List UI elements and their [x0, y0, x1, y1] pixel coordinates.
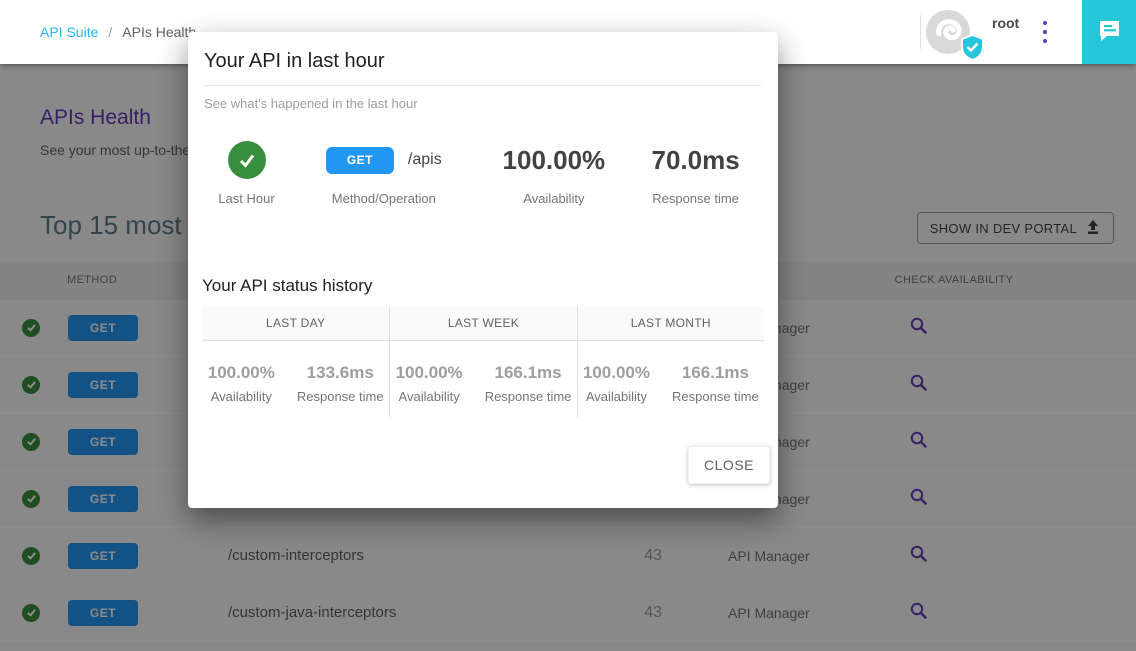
- method-operation-label: Method/Operation: [332, 191, 436, 206]
- response-time-label: Response time: [297, 389, 384, 404]
- breadcrumb-separator: /: [108, 24, 112, 40]
- response-time-label: Response time: [672, 389, 759, 404]
- method-badge: GET: [326, 147, 394, 174]
- status-history-table: LAST DAY LAST WEEK LAST MONTH 100.00% Ava…: [202, 306, 764, 418]
- availability-label: Availability: [523, 191, 584, 206]
- verified-shield-icon: [959, 33, 986, 61]
- last-hour-stats: Last Hour GET /apis Method/Operation 100…: [188, 141, 778, 206]
- dialog-subtitle: See what's happened in the last hour: [204, 96, 762, 111]
- availability-value: 100.00%: [583, 363, 650, 383]
- history-header-last-week: LAST WEEK: [389, 306, 576, 341]
- history-cell-last-day: 100.00% Availability 133.6ms Response time: [202, 341, 389, 418]
- operation-path: /apis: [408, 151, 442, 169]
- response-time-label: Response time: [485, 389, 572, 404]
- response-time-value: 166.1ms: [494, 363, 561, 383]
- availability-value: 100.00%: [503, 145, 606, 176]
- response-time-value: 70.0ms: [651, 145, 739, 176]
- response-time-value: 166.1ms: [682, 363, 749, 383]
- availability-value: 100.00%: [208, 363, 275, 383]
- last-hour-label: Last Hour: [218, 191, 274, 206]
- history-header-last-day: LAST DAY: [202, 306, 389, 341]
- status-history-title: Your API status history: [188, 276, 778, 296]
- history-cell-last-week: 100.00% Availability 166.1ms Response time: [389, 341, 576, 418]
- chat-icon: [1097, 18, 1122, 46]
- availability-label: Availability: [211, 389, 272, 404]
- stat-availability: 100.00% Availability: [479, 141, 630, 206]
- stat-last-hour: Last Hour: [204, 141, 289, 206]
- dialog-actions: CLOSE: [196, 446, 770, 484]
- status-history-section: Your API status history LAST DAY LAST WE…: [188, 276, 778, 418]
- breadcrumb-api-suite[interactable]: API Suite: [40, 24, 98, 40]
- availability-label: Availability: [399, 389, 460, 404]
- topbar-divider: [920, 14, 921, 50]
- screen: APIs Health See your most up-to-the- Top…: [0, 0, 1136, 651]
- api-last-hour-dialog: Your API in last hour See what's happene…: [188, 32, 778, 508]
- status-ok-icon: [228, 141, 266, 179]
- dialog-header: Your API in last hour See what's happene…: [188, 32, 778, 111]
- user-name: root: [992, 15, 1019, 31]
- response-time-label: Response time: [652, 191, 739, 206]
- more-options-icon[interactable]: [1040, 21, 1050, 43]
- stat-method-operation: GET /apis Method/Operation: [289, 141, 479, 206]
- close-button[interactable]: CLOSE: [688, 446, 770, 484]
- chat-button[interactable]: [1082, 0, 1136, 64]
- breadcrumb: API Suite / APIs Health: [40, 0, 196, 64]
- availability-label: Availability: [586, 389, 647, 404]
- dialog-title-divider: [204, 85, 762, 86]
- availability-value: 100.00%: [396, 363, 463, 383]
- history-cell-last-month: 100.00% Availability 166.1ms Response time: [577, 341, 764, 418]
- dialog-title: Your API in last hour: [204, 50, 762, 73]
- history-header-last-month: LAST MONTH: [577, 306, 764, 341]
- stat-response-time: 70.0ms Response time: [629, 141, 762, 206]
- response-time-value: 133.6ms: [307, 363, 374, 383]
- breadcrumb-apis-health: APIs Health: [122, 24, 196, 40]
